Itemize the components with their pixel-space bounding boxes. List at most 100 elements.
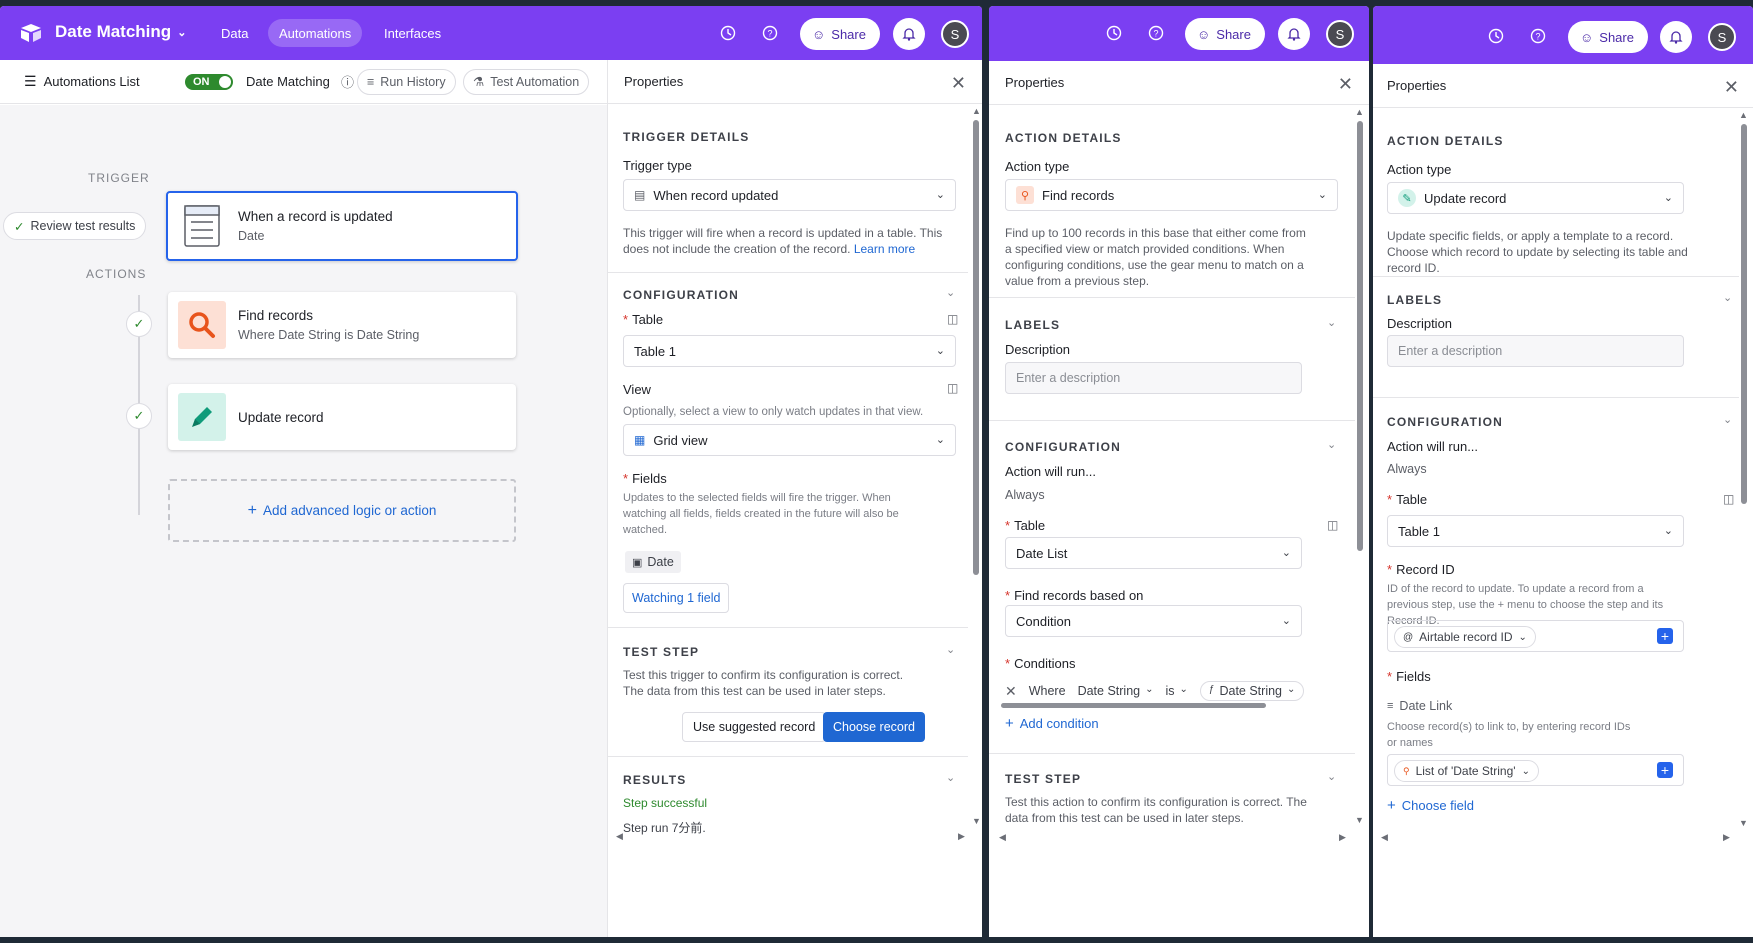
- trigger-type-select[interactable]: ▤ When record updated ⌄: [623, 179, 956, 211]
- notifications-button[interactable]: [893, 18, 925, 50]
- history-icon[interactable]: [719, 24, 737, 42]
- table-picker-icon[interactable]: ◫: [1327, 518, 1338, 532]
- chevron-down-icon[interactable]: ⌄: [946, 286, 955, 299]
- close-icon[interactable]: ✕: [951, 73, 966, 94]
- table-select[interactable]: Table 1 ⌄: [623, 335, 956, 367]
- notifications-button[interactable]: [1278, 18, 1310, 50]
- formula-icon: ƒ: [1208, 684, 1215, 695]
- scroll-right-icon[interactable]: ▶: [1723, 832, 1730, 843]
- automation-toggle[interactable]: ON: [185, 73, 233, 90]
- find-records-card[interactable]: Find records Where Date String is Date S…: [168, 292, 516, 358]
- scroll-left-icon[interactable]: ◀: [999, 832, 1006, 843]
- chevron-down-icon[interactable]: ⌄: [1723, 291, 1732, 304]
- scroll-up-icon[interactable]: ▲: [1739, 110, 1748, 120]
- info-icon[interactable]: ⓘ: [341, 72, 354, 91]
- scrollbar[interactable]: [1357, 121, 1363, 551]
- plus-icon: +: [1387, 797, 1396, 814]
- notifications-button[interactable]: [1660, 21, 1692, 53]
- automations-list-button[interactable]: ☰ Automations List: [24, 73, 140, 90]
- tab-interfaces[interactable]: Interfaces: [373, 19, 452, 47]
- condition-operator-select[interactable]: is ⌄: [1165, 684, 1187, 698]
- chevron-down-icon: ⌄: [1179, 684, 1188, 695]
- choose-record-button[interactable]: Choose record: [823, 712, 925, 742]
- condition-value-token[interactable]: ƒ Date String ⌄: [1199, 681, 1305, 701]
- scroll-down-icon[interactable]: ▼: [1739, 818, 1748, 828]
- share-button[interactable]: ☺ Share: [800, 18, 880, 50]
- help-icon[interactable]: ?: [1529, 27, 1547, 45]
- run-history-button[interactable]: ≡ Run History: [357, 68, 456, 95]
- avatar[interactable]: S: [1708, 23, 1736, 51]
- automation-name[interactable]: Date Matching: [246, 74, 330, 89]
- scroll-right-icon[interactable]: ▶: [1339, 832, 1346, 843]
- test-automation-button[interactable]: ⚗ Test Automation: [463, 68, 590, 95]
- share-button[interactable]: ☺ Share: [1568, 21, 1648, 53]
- scroll-right-icon[interactable]: ▶: [958, 831, 965, 842]
- chevron-down-icon[interactable]: ⌄: [1327, 316, 1336, 329]
- help-icon[interactable]: ?: [761, 24, 779, 42]
- share-button[interactable]: ☺ Share: [1185, 18, 1265, 50]
- scroll-left-icon[interactable]: ◀: [1381, 832, 1388, 843]
- field-chip-label: Date: [647, 555, 674, 569]
- scrollbar[interactable]: [1741, 124, 1747, 504]
- base-title[interactable]: Date Matching ⌄: [55, 22, 186, 42]
- remove-condition-icon[interactable]: ✕: [1005, 683, 1017, 700]
- condition-field-select[interactable]: Date String ⌄: [1078, 684, 1154, 698]
- horizontal-scrollbar[interactable]: [1001, 703, 1266, 708]
- view-select[interactable]: ▦ Grid view ⌄: [623, 424, 956, 456]
- find-based-select[interactable]: Condition ⌄: [1005, 605, 1302, 637]
- chevron-down-icon[interactable]: ⌄: [1723, 413, 1732, 426]
- description-input[interactable]: Enter a description: [1005, 362, 1302, 394]
- watching-fields-button[interactable]: Watching 1 field: [623, 583, 730, 613]
- scroll-up-icon[interactable]: ▲: [1355, 107, 1364, 117]
- avatar[interactable]: S: [1326, 20, 1354, 48]
- trigger-type-value: When record updated: [653, 187, 779, 203]
- scrollbar[interactable]: [973, 120, 979, 575]
- chevron-down-icon: ⌄: [1518, 631, 1527, 643]
- record-id-input[interactable]: @ Airtable record ID ⌄ +: [1387, 620, 1684, 652]
- history-icon[interactable]: [1487, 27, 1505, 45]
- review-test-results-button[interactable]: ✓ Review test results: [3, 212, 147, 240]
- avatar[interactable]: S: [941, 20, 969, 48]
- trigger-card[interactable]: When a record is updated Date: [166, 191, 518, 261]
- scroll-left-icon[interactable]: ◀: [616, 831, 623, 842]
- date-link-token[interactable]: ⚲ List of 'Date String' ⌄: [1394, 760, 1539, 782]
- close-icon[interactable]: ✕: [1338, 74, 1353, 95]
- update-record-card[interactable]: Update record: [168, 384, 516, 450]
- tab-label: Interfaces: [384, 25, 442, 41]
- scroll-up-icon[interactable]: ▲: [972, 106, 981, 116]
- close-icon[interactable]: ✕: [1724, 77, 1739, 98]
- table-select[interactable]: Table 1 ⌄: [1387, 515, 1684, 547]
- learn-more-link[interactable]: Learn more: [854, 242, 915, 256]
- choose-field-button[interactable]: + Choose field: [1387, 797, 1474, 814]
- help-icon[interactable]: ?: [1147, 24, 1165, 42]
- chevron-down-icon[interactable]: ⌄: [1327, 438, 1336, 451]
- table-picker-icon[interactable]: ◫: [1723, 492, 1734, 506]
- description-input[interactable]: Enter a description: [1387, 335, 1684, 367]
- record-id-token[interactable]: @ Airtable record ID ⌄: [1394, 626, 1536, 648]
- tab-automations[interactable]: Automations: [268, 19, 363, 47]
- divider: [989, 297, 1355, 298]
- action-type-select[interactable]: ✎ Update record ⌄: [1387, 182, 1684, 214]
- history-icon[interactable]: [1105, 24, 1123, 42]
- tab-data[interactable]: Data: [210, 19, 259, 47]
- scroll-down-icon[interactable]: ▼: [1355, 815, 1364, 825]
- people-icon: ☺: [812, 26, 826, 42]
- airtable-logo-icon[interactable]: [18, 20, 44, 46]
- action-type-select[interactable]: ⚲ Find records ⌄: [1005, 179, 1338, 211]
- chevron-down-icon[interactable]: ⌄: [946, 643, 955, 656]
- insert-token-icon[interactable]: +: [1657, 628, 1673, 644]
- scroll-down-icon[interactable]: ▼: [972, 816, 981, 826]
- conditions-label-text: Conditions: [1014, 656, 1076, 671]
- view-value: Grid view: [653, 432, 708, 448]
- table-picker-icon[interactable]: ◫: [947, 312, 958, 326]
- insert-token-icon[interactable]: +: [1657, 762, 1673, 778]
- add-condition-button[interactable]: + Add condition: [1005, 715, 1099, 732]
- use-suggested-record-button[interactable]: Use suggested record: [682, 712, 827, 742]
- add-logic-button[interactable]: + Add advanced logic or action: [168, 479, 516, 542]
- chevron-down-icon[interactable]: ⌄: [946, 771, 955, 784]
- chevron-down-icon[interactable]: ⌄: [1327, 770, 1336, 783]
- view-picker-icon[interactable]: ◫: [947, 381, 958, 395]
- table-select[interactable]: Date List ⌄: [1005, 537, 1302, 569]
- field-chip[interactable]: ▣ Date: [625, 551, 681, 573]
- date-link-input[interactable]: ⚲ List of 'Date String' ⌄ +: [1387, 754, 1684, 786]
